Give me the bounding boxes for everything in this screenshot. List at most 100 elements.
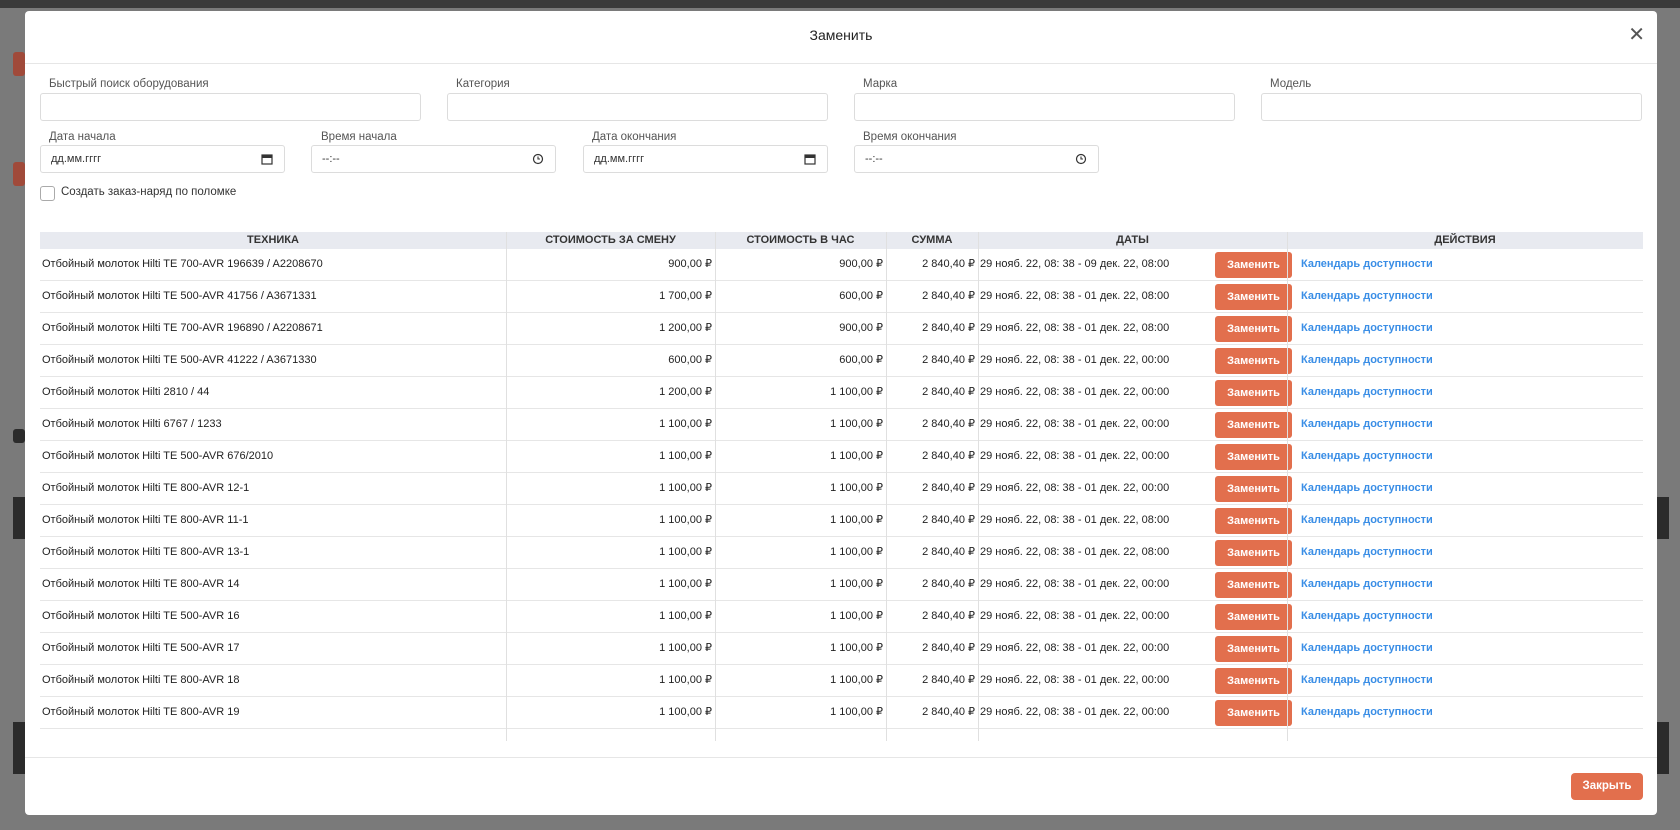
cell-sum: 2 840,40 ₽ bbox=[922, 706, 975, 718]
cell-hour-cost: 1 100,00 ₽ bbox=[830, 514, 883, 526]
availability-calendar-link[interactable]: Календарь доступности bbox=[1301, 633, 1433, 664]
availability-calendar-link[interactable]: Календарь доступности bbox=[1301, 569, 1433, 600]
brand-input[interactable] bbox=[854, 93, 1235, 121]
replace-button[interactable]: Заменить bbox=[1215, 316, 1292, 342]
calendar-icon[interactable] bbox=[803, 152, 817, 166]
model-input[interactable] bbox=[1261, 93, 1642, 121]
replace-button[interactable]: Заменить bbox=[1215, 348, 1292, 374]
cell-equipment: Отбойный молоток Hilti TE 700-AVR 196639… bbox=[42, 258, 323, 270]
column-divider bbox=[506, 232, 507, 741]
quick-search-input[interactable] bbox=[40, 93, 421, 121]
end-time-placeholder: --:-- bbox=[865, 153, 883, 165]
start-date-placeholder: дд.мм.гггг bbox=[51, 153, 102, 165]
availability-calendar-link[interactable]: Календарь доступности bbox=[1301, 377, 1433, 408]
end-date-placeholder: дд.мм.гггг bbox=[594, 153, 645, 165]
cell-hour-cost: 1 100,00 ₽ bbox=[830, 546, 883, 558]
table-row: Отбойный молоток Hilti TE 500-AVR 41222 … bbox=[40, 345, 1643, 377]
availability-calendar-link[interactable]: Календарь доступности bbox=[1301, 697, 1433, 728]
cell-sum: 2 840,40 ₽ bbox=[922, 642, 975, 654]
availability-calendar-link[interactable]: Календарь доступности bbox=[1301, 441, 1433, 472]
cell-shift-cost: 1 100,00 ₽ bbox=[659, 514, 712, 526]
cell-equipment: Отбойный молоток Hilti TE 800-AVR 12-1 bbox=[42, 482, 250, 494]
cell-sum: 2 840,40 ₽ bbox=[922, 610, 975, 622]
replace-button[interactable]: Заменить bbox=[1215, 572, 1292, 598]
start-date-input[interactable]: дд.мм.гггг bbox=[40, 145, 285, 173]
column-divider bbox=[978, 232, 979, 741]
table-row: Отбойный молоток Hilti TE 800-AVR 14 1 10… bbox=[40, 569, 1643, 601]
replace-button[interactable]: Заменить bbox=[1215, 412, 1292, 438]
cell-hour-cost: 1 100,00 ₽ bbox=[830, 610, 883, 622]
close-button[interactable]: Закрыть bbox=[1571, 773, 1643, 800]
replace-button[interactable]: Заменить bbox=[1215, 540, 1292, 566]
replace-button[interactable]: Заменить bbox=[1215, 252, 1292, 278]
end-time-input[interactable]: --:-- bbox=[854, 145, 1099, 173]
cell-sum: 2 840,40 ₽ bbox=[922, 418, 975, 430]
clock-icon[interactable] bbox=[1074, 152, 1088, 166]
calendar-icon[interactable] bbox=[260, 152, 274, 166]
cell-sum: 2 840,40 ₽ bbox=[922, 386, 975, 398]
background-tag bbox=[13, 429, 25, 443]
availability-calendar-link[interactable]: Календарь доступности bbox=[1301, 345, 1433, 376]
availability-calendar-link[interactable]: Календарь доступности bbox=[1301, 313, 1433, 344]
clock-icon[interactable] bbox=[531, 152, 545, 166]
cell-sum: 2 840,40 ₽ bbox=[922, 258, 975, 270]
cell-sum: 2 840,40 ₽ bbox=[922, 578, 975, 590]
availability-calendar-link[interactable]: Календарь доступности bbox=[1301, 473, 1433, 504]
replace-button[interactable]: Заменить bbox=[1215, 508, 1292, 534]
create-order-checkbox[interactable] bbox=[40, 186, 55, 201]
replace-button[interactable]: Заменить bbox=[1215, 444, 1292, 470]
table-row: Отбойный молоток Hilti 6767 / 1233 1 100,… bbox=[40, 409, 1643, 441]
cell-hour-cost: 1 100,00 ₽ bbox=[830, 642, 883, 654]
replace-button[interactable]: Заменить bbox=[1215, 380, 1292, 406]
cell-sum: 2 840,40 ₽ bbox=[922, 482, 975, 494]
replace-button[interactable]: Заменить bbox=[1215, 700, 1292, 726]
cell-equipment: Отбойный молоток Hilti TE 700-AVR 196890… bbox=[42, 322, 323, 334]
start-time-placeholder: --:-- bbox=[322, 153, 340, 165]
cell-sum: 2 840,40 ₽ bbox=[922, 290, 975, 302]
replace-button[interactable]: Заменить bbox=[1215, 284, 1292, 310]
cell-shift-cost: 1 200,00 ₽ bbox=[659, 322, 712, 334]
replace-button[interactable]: Заменить bbox=[1215, 476, 1292, 502]
replace-button[interactable]: Заменить bbox=[1215, 604, 1292, 630]
column-header-sum: СУММА bbox=[911, 234, 953, 246]
replace-button[interactable]: Заменить bbox=[1215, 668, 1292, 694]
brand-label: Марка bbox=[863, 78, 898, 90]
modal-footer: Закрыть bbox=[25, 757, 1657, 815]
cell-hour-cost: 600,00 ₽ bbox=[839, 290, 883, 302]
table-row: Отбойный молоток Hilti TE 500-AVR 17 1 10… bbox=[40, 633, 1643, 665]
table-row: Отбойный молоток Hilti TE 800-AVR 19 1 10… bbox=[40, 697, 1643, 729]
availability-calendar-link[interactable]: Календарь доступности bbox=[1301, 249, 1433, 280]
replace-button[interactable]: Заменить bbox=[1215, 636, 1292, 662]
availability-calendar-link[interactable]: Календарь доступности bbox=[1301, 537, 1433, 568]
start-time-label: Время начала bbox=[321, 131, 397, 143]
availability-calendar-link[interactable]: Календарь доступности bbox=[1301, 505, 1433, 536]
table-header: ТЕХНИКА СТОИМОСТЬ ЗА СМЕНУ СТОИМОСТЬ В Ч… bbox=[40, 232, 1643, 249]
availability-calendar-link[interactable]: Календарь доступности bbox=[1301, 665, 1433, 696]
table-row: Отбойный молоток Hilti TE 800-AVR 12-1 1 … bbox=[40, 473, 1643, 505]
column-header-equipment: ТЕХНИКА bbox=[247, 234, 299, 246]
cell-equipment: Отбойный молоток Hilti 2810 / 44 bbox=[42, 386, 210, 398]
category-label: Категория bbox=[456, 78, 510, 90]
cell-shift-cost: 1 700,00 ₽ bbox=[659, 290, 712, 302]
end-date-input[interactable]: дд.мм.гггг bbox=[583, 145, 828, 173]
cell-hour-cost: 900,00 ₽ bbox=[839, 258, 883, 270]
cell-hour-cost: 1 100,00 ₽ bbox=[830, 450, 883, 462]
availability-calendar-link[interactable]: Календарь доступности bbox=[1301, 601, 1433, 632]
cell-equipment: Отбойный молоток Hilti TE 500-AVR 16 bbox=[42, 610, 240, 622]
category-input[interactable] bbox=[447, 93, 828, 121]
background-panel bbox=[1657, 497, 1669, 539]
table-row: Отбойный молоток Hilti TE 800-AVR 18 1 10… bbox=[40, 665, 1643, 697]
create-order-checkbox-label[interactable]: Создать заказ-наряд по поломке bbox=[61, 186, 236, 198]
cell-equipment: Отбойный молоток Hilti TE 500-AVR 17 bbox=[42, 642, 240, 654]
availability-calendar-link[interactable]: Календарь доступности bbox=[1301, 281, 1433, 312]
start-time-input[interactable]: --:-- bbox=[311, 145, 556, 173]
replace-modal: Заменить ✕ Быстрый поиск оборудования Ка… bbox=[25, 11, 1657, 815]
cell-hour-cost: 1 100,00 ₽ bbox=[830, 578, 883, 590]
table-row: Отбойный молоток Hilti TE 700-AVR 196639… bbox=[40, 249, 1643, 281]
availability-calendar-link[interactable]: Календарь доступности bbox=[1301, 409, 1433, 440]
end-date-label: Дата окончания bbox=[592, 131, 677, 143]
cell-hour-cost: 1 100,00 ₽ bbox=[830, 418, 883, 430]
column-header-shift-cost: СТОИМОСТЬ ЗА СМЕНУ bbox=[545, 234, 676, 246]
close-icon[interactable]: ✕ bbox=[1628, 25, 1645, 45]
model-label: Модель bbox=[1270, 78, 1312, 90]
